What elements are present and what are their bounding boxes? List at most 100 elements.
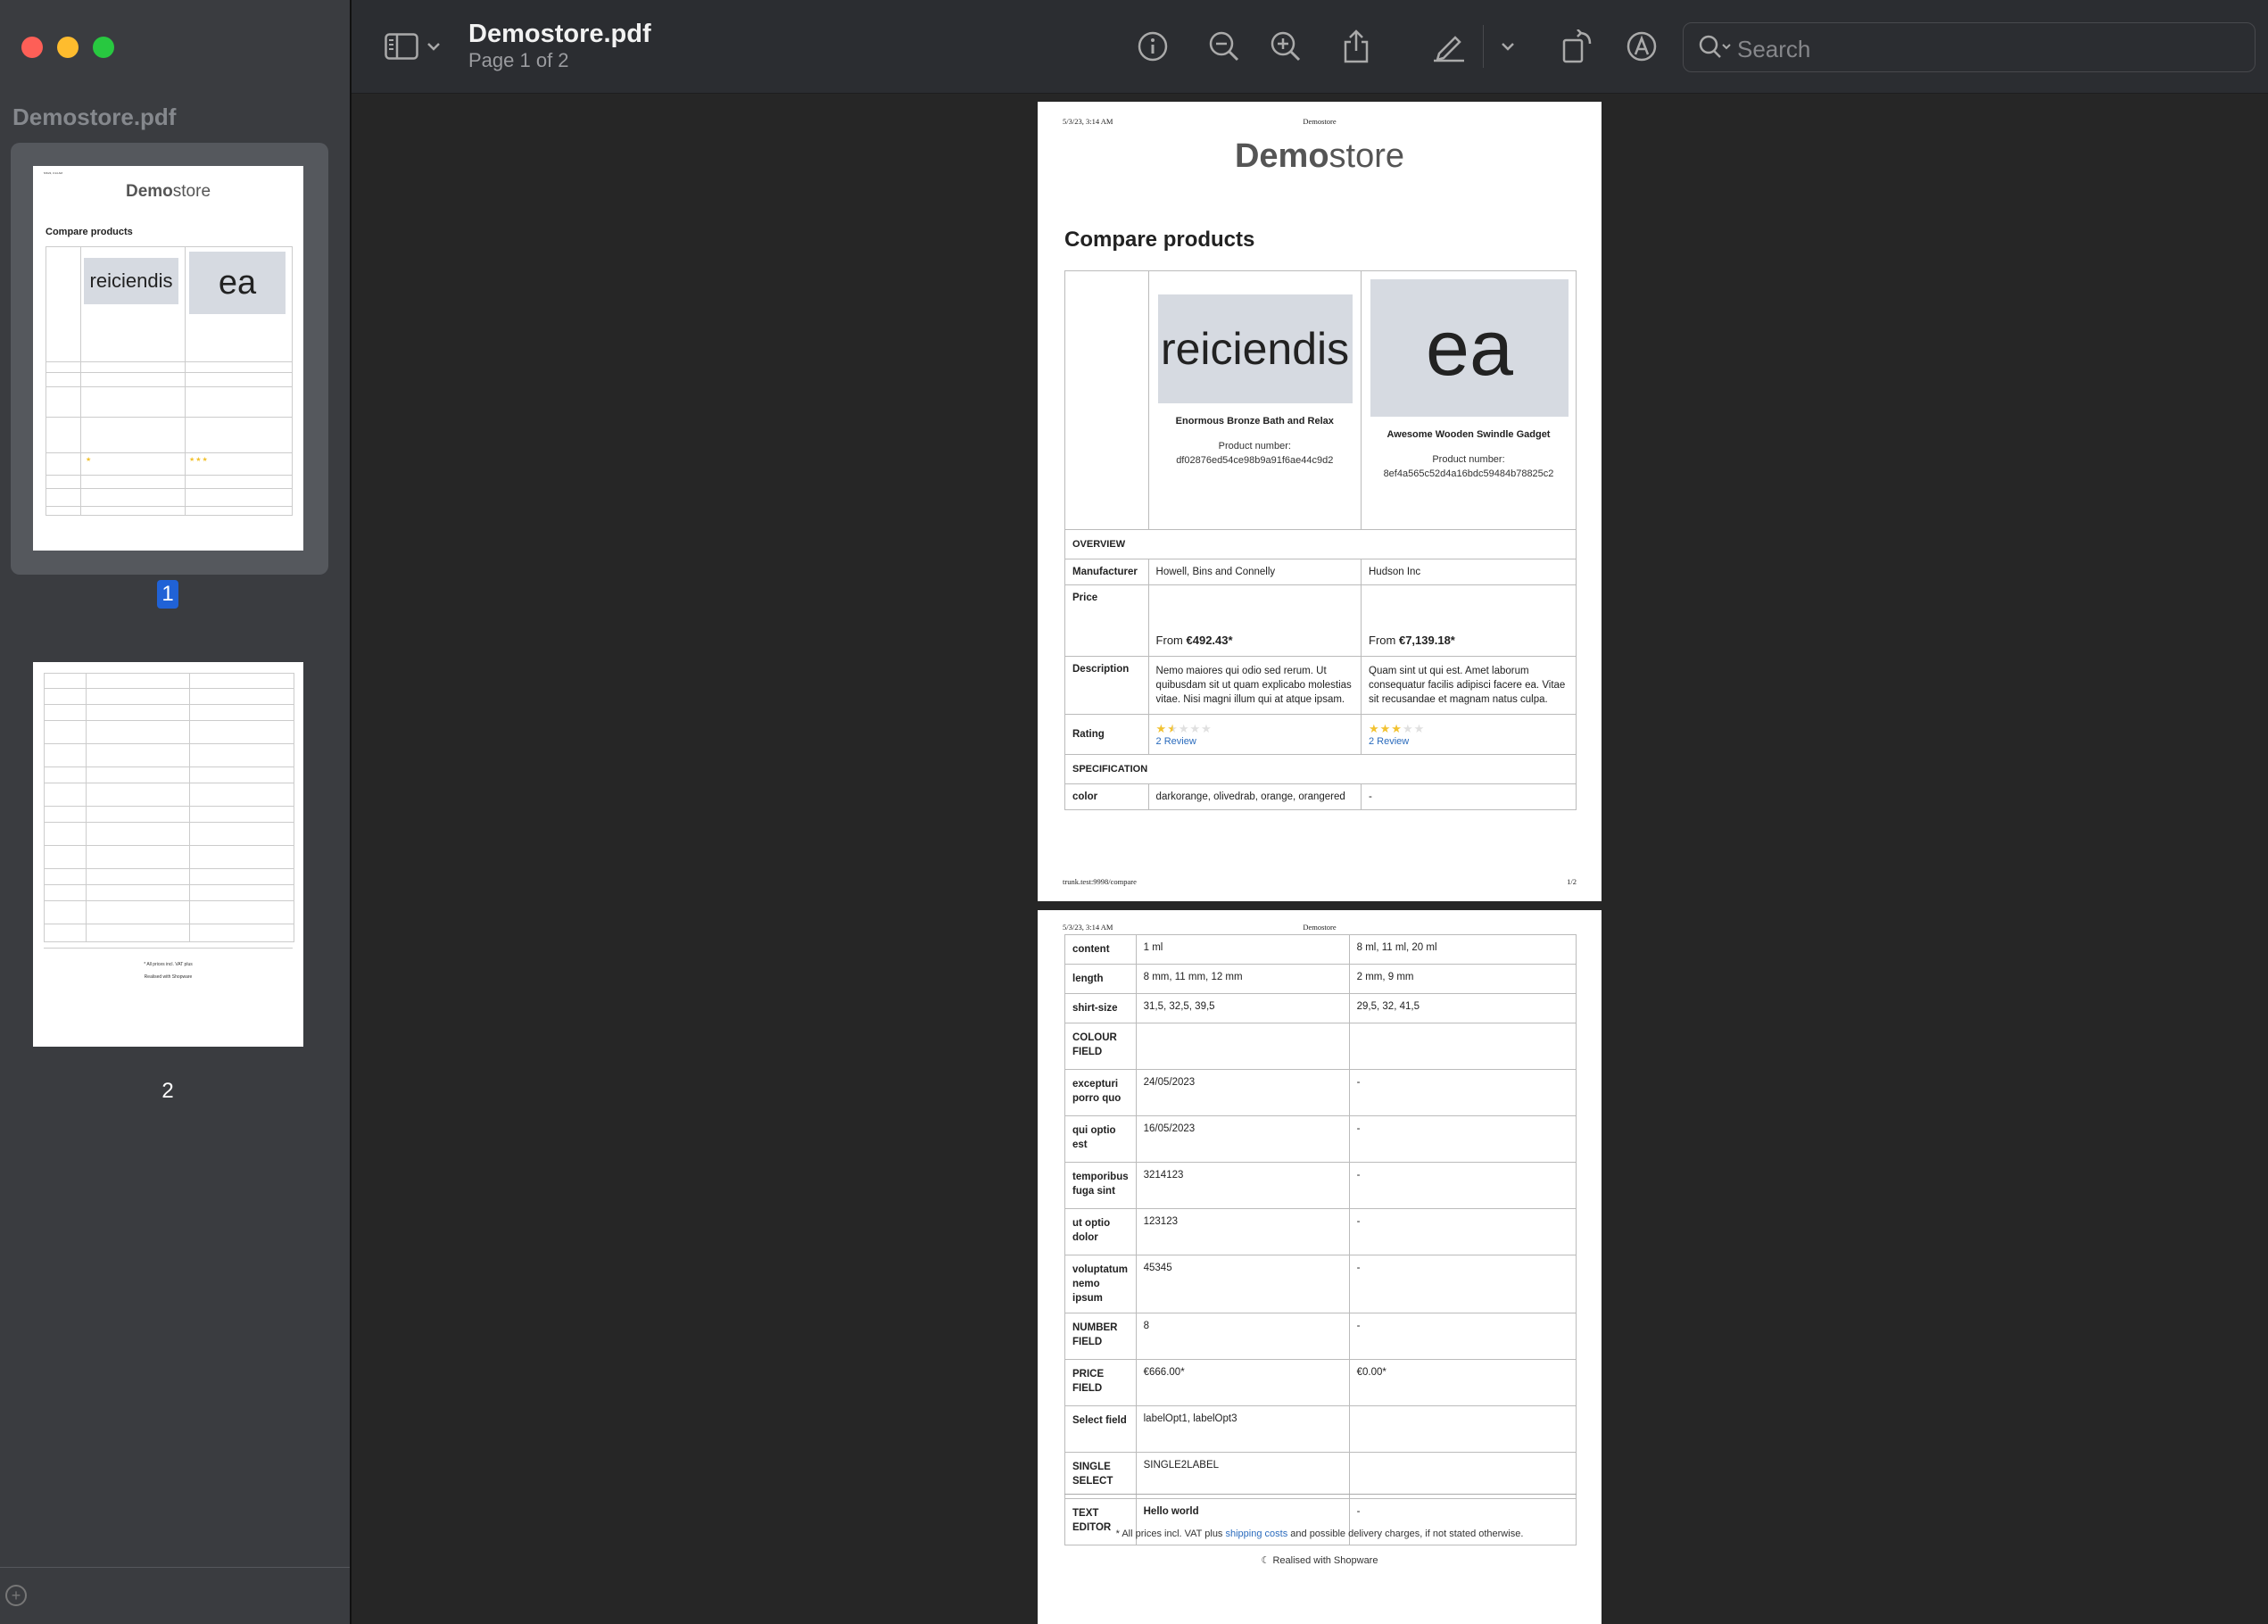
product-column-1: reiciendis Enormous Bronze Bath and Rela… — [1147, 270, 1362, 530]
page-thumbnail-2[interactable]: * All prices incl. VAT plus Realised wit… — [33, 662, 303, 1047]
share-icon[interactable] — [1338, 27, 1374, 66]
manufacturer-1: Howell, Bins and Connelly — [1147, 559, 1362, 585]
manufacturer-2: Hudson Inc — [1361, 559, 1577, 585]
page-number-2[interactable]: 2 — [157, 1077, 178, 1106]
thumb-logo: Demostore — [125, 182, 211, 201]
specification-section: SPECIFICATION — [1064, 754, 1577, 784]
spec-value: 16/05/2023 — [1135, 1115, 1350, 1163]
spec-row: SINGLE SELECT SINGLE2LABEL — [1064, 1452, 1577, 1499]
product-column-2: ea Awesome Wooden Swindle Gadget Product… — [1361, 270, 1577, 530]
spec-value: 45345 — [1135, 1255, 1350, 1313]
spec-value: - — [1348, 1162, 1577, 1209]
spec-value: 3214123 — [1135, 1162, 1350, 1209]
search-input[interactable]: Search — [1737, 36, 1810, 63]
empty-header-cell — [1064, 270, 1149, 530]
chevron-down-icon[interactable] — [423, 27, 444, 66]
thumb-product-image-1: reiciendis — [84, 258, 178, 304]
spec-value — [1348, 1023, 1577, 1070]
spec-row: qui optio est 16/05/2023- — [1064, 1115, 1577, 1163]
spec-label: voluptatum nemo ipsum — [1064, 1255, 1137, 1313]
spec-value: SINGLE2LABEL — [1135, 1452, 1350, 1499]
spec-value: €0.00* — [1348, 1359, 1577, 1406]
color-1: darkorange, olivedrab, orange, orangered — [1147, 783, 1362, 810]
spec-label: NUMBER FIELD — [1064, 1313, 1137, 1360]
spec-value: - — [1348, 1208, 1577, 1255]
pdf-page-2: 5/3/23, 3:14 AM Demostore content 1 ml 8 m… — [1038, 910, 1602, 1624]
description-1: Nemo maiores qui odio sed rerum. Ut quib… — [1147, 656, 1362, 715]
compare-table: reiciendis Enormous Bronze Bath and Rela… — [1064, 270, 1577, 810]
page-thumbnail-1[interactable]: 5/3/23, 3:14 AM Demostore Compare produc… — [33, 166, 303, 551]
spec-value — [1348, 1405, 1577, 1453]
spec-value: 123123 — [1135, 1208, 1350, 1255]
page-indicator: Page 1 of 2 — [468, 49, 569, 71]
highlight-pen-icon[interactable] — [1431, 27, 1467, 66]
price-label: Price — [1064, 584, 1149, 657]
review-link-1[interactable]: 2 Review — [1156, 736, 1353, 747]
specs-table: content 1 ml 8 ml, 11 ml, 20 ml length 8 mm,… — [1064, 934, 1577, 1545]
product-name-2[interactable]: Awesome Wooden Swindle Gadget — [1369, 429, 1569, 440]
info-icon[interactable] — [1135, 27, 1171, 66]
chevron-down-icon[interactable] — [1497, 27, 1519, 66]
spec-row: Select field labelOpt1, labelOpt3 — [1064, 1405, 1577, 1453]
product-number-1: Product number: df02876ed54ce98b9a91f6ae4… — [1176, 441, 1334, 466]
spec-label: ut optio dolor — [1064, 1208, 1137, 1255]
page-header-site: Demostore — [1303, 117, 1337, 126]
spec-value: 31,5, 32,5, 39,5 — [1135, 993, 1350, 1023]
page-number-1[interactable]: 1 — [157, 580, 178, 609]
spec-value: labelOpt1, labelOpt3 — [1135, 1405, 1350, 1453]
spec-label: Select field — [1064, 1405, 1137, 1453]
spec-value: - — [1348, 1069, 1577, 1116]
spec-value: - — [1348, 1313, 1577, 1360]
rating-2: ★★★★★ 2 Review — [1361, 714, 1577, 755]
spec-row: content 1 ml 8 ml, 11 ml, 20 ml — [1064, 934, 1577, 965]
spec-row: COLOUR FIELD — [1064, 1023, 1577, 1070]
spec-label: shirt-size — [1064, 993, 1137, 1023]
zoom-in-icon[interactable] — [1268, 27, 1304, 66]
add-icon[interactable]: + — [5, 1585, 27, 1606]
zoom-out-icon[interactable] — [1206, 27, 1242, 66]
page-footer-url: trunk.test:9998/compare — [1063, 877, 1137, 886]
spec-value: - — [1348, 1255, 1577, 1313]
page-header-site: Demostore — [1303, 923, 1337, 932]
review-link-2[interactable]: 2 Review — [1369, 736, 1569, 747]
close-window-button[interactable] — [21, 37, 43, 58]
spec-label: content — [1064, 934, 1137, 965]
spec-label: temporibus fuga sint — [1064, 1162, 1137, 1209]
demostore-logo: Demostore — [1234, 137, 1405, 175]
spec-row: ut optio dolor 123123- — [1064, 1208, 1577, 1255]
spec-value: 8 ml, 11 ml, 20 ml — [1348, 934, 1577, 965]
spec-label: excepturi porro quo — [1064, 1069, 1137, 1116]
rotate-icon[interactable] — [1560, 27, 1595, 66]
price-1: From €492.43* — [1147, 584, 1362, 657]
spec-row: excepturi porro quo 24/05/2023- — [1064, 1069, 1577, 1116]
product-image-1: reiciendis — [1157, 294, 1353, 403]
spec-row: NUMBER FIELD 8- — [1064, 1313, 1577, 1360]
maximize-window-button[interactable] — [93, 37, 114, 58]
product-image-2: ea — [1370, 279, 1569, 417]
page-title: Compare products — [1064, 228, 1255, 252]
sidebar-toggle-icon[interactable] — [384, 27, 419, 66]
markup-icon[interactable] — [1624, 27, 1660, 66]
thumb-table: reiciendis ea ★ ★★★ — [46, 246, 293, 516]
search-field[interactable]: Search — [1683, 22, 2256, 72]
thumb-header: 5/3/23, 3:14 AM — [44, 171, 63, 175]
spec-label: COLOUR FIELD — [1064, 1023, 1137, 1070]
spec-value: 8 mm, 11 mm, 12 mm — [1135, 964, 1350, 994]
manufacturer-label: Manufacturer — [1064, 559, 1149, 585]
spec-row: PRICE FIELD €666.00* €0.00* — [1064, 1359, 1577, 1406]
overview-section: OVERVIEW — [1064, 529, 1577, 559]
thumb-title: Compare products — [46, 227, 133, 237]
spec-label: length — [1064, 964, 1137, 994]
shipping-costs-link[interactable]: shipping costs — [1226, 1529, 1288, 1539]
footer-divider — [1064, 1494, 1577, 1495]
spec-row: voluptatum nemo ipsum 45345- — [1064, 1255, 1577, 1313]
shopware-note: ☾ Realised with Shopware — [1261, 1555, 1378, 1566]
spec-value: 29,5, 32, 41,5 — [1348, 993, 1577, 1023]
minimize-window-button[interactable] — [57, 37, 79, 58]
rating-1: ★★★★★ 2 Review — [1147, 714, 1362, 755]
spec-label: qui optio est — [1064, 1115, 1137, 1163]
color-label: color — [1064, 783, 1149, 810]
thumb2-shopware-note: Realised with Shopware — [144, 974, 193, 980]
product-name-1[interactable]: Enormous Bronze Bath and Relax — [1156, 416, 1353, 427]
spec-value: 1 ml — [1135, 934, 1350, 965]
